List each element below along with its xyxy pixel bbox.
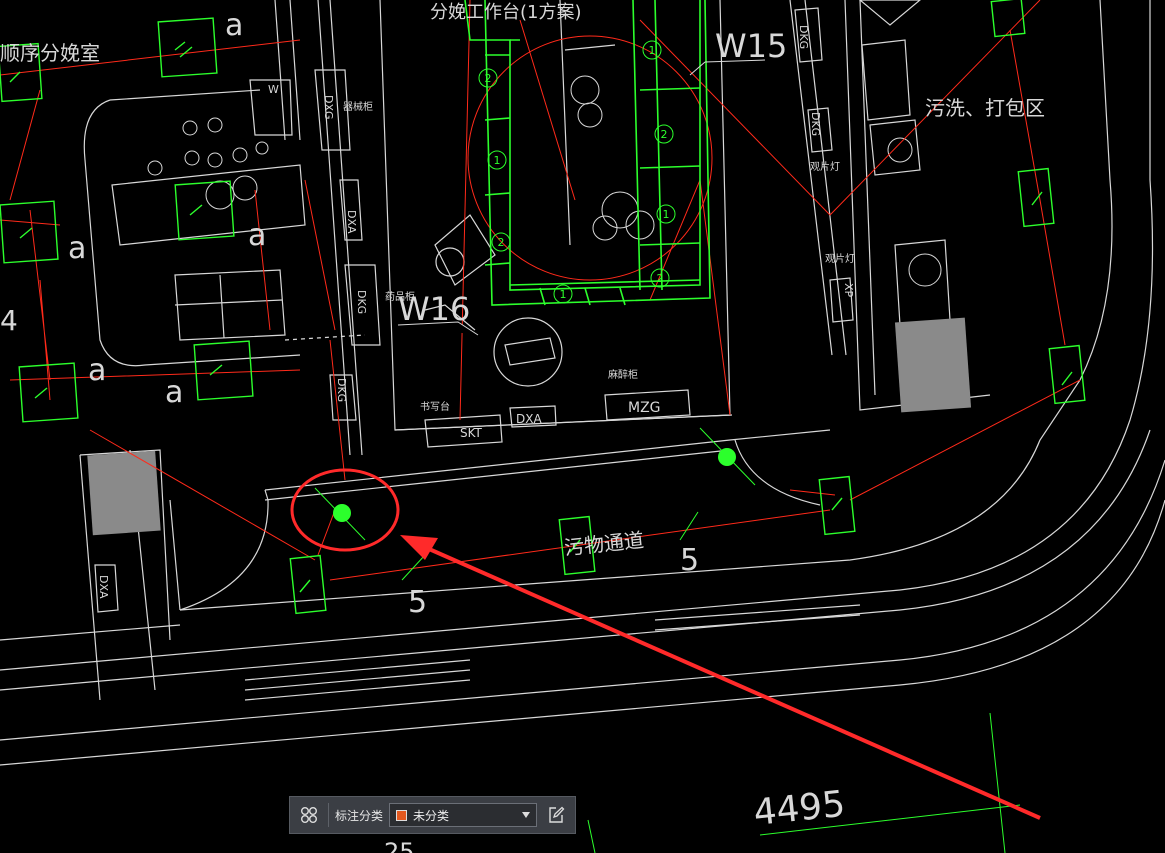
dimension-4: 4 xyxy=(0,304,18,337)
marker-a-1: a xyxy=(225,8,243,43)
marker-a-3: a xyxy=(248,218,266,253)
chevron-down-icon xyxy=(522,812,530,818)
category-label: 标注分类 xyxy=(335,808,384,823)
svg-text:观片灯: 观片灯 xyxy=(810,160,840,173)
label-right-area: 污洗、打包区 xyxy=(925,96,1045,120)
edit-icon[interactable] xyxy=(543,802,569,828)
svg-text:DKG: DKG xyxy=(335,378,348,402)
label-top-left-room: 顺序分娩室 xyxy=(0,41,100,65)
svg-text:W: W xyxy=(268,83,279,96)
dimension-5-left: 5 xyxy=(408,585,427,620)
svg-text:DKG: DKG xyxy=(797,25,810,49)
svg-text:MZG: MZG xyxy=(628,400,661,416)
gray-fixture-right xyxy=(894,317,972,413)
svg-text:观片灯: 观片灯 xyxy=(825,252,855,265)
gray-fixture-left xyxy=(87,450,161,536)
svg-text:2: 2 xyxy=(498,236,505,249)
svg-text:DKG: DKG xyxy=(809,112,822,136)
svg-text:2: 2 xyxy=(661,128,668,141)
svg-text:DXA: DXA xyxy=(345,210,358,234)
category-value: 未分类 xyxy=(413,808,450,823)
marker-a-2: a xyxy=(68,231,86,266)
svg-text:1: 1 xyxy=(494,154,501,167)
toolbar-divider xyxy=(328,803,329,827)
svg-text:DXA: DXA xyxy=(97,575,110,599)
svg-text:XP: XP xyxy=(842,283,855,298)
svg-text:1: 1 xyxy=(560,288,567,301)
svg-text:药品柜: 药品柜 xyxy=(385,290,415,303)
svg-text:2: 2 xyxy=(485,72,492,85)
svg-text:DXG: DXG xyxy=(322,95,335,120)
svg-text:SKT: SKT xyxy=(460,426,483,440)
category-select[interactable]: 未分类 xyxy=(389,803,537,827)
dimension-25: 25 xyxy=(384,838,415,853)
marker-a-4: a xyxy=(88,353,106,388)
svg-text:麻醉柜: 麻醉柜 xyxy=(608,368,638,381)
cad-canvas[interactable]: 2 1 2 1 1 2 1 2 顺序分娩室 分娩工作台(1方案) 污洗、打包区 … xyxy=(0,0,1165,853)
svg-text:1: 1 xyxy=(649,44,656,57)
label-top-center: 分娩工作台(1方案) xyxy=(430,2,582,23)
svg-text:DXA: DXA xyxy=(516,412,542,426)
svg-text:书写台: 书写台 xyxy=(420,400,450,413)
marker-a-5: a xyxy=(165,375,183,410)
svg-text:器械柜: 器械柜 xyxy=(343,100,373,113)
svg-text:DKG: DKG xyxy=(355,290,368,314)
annotation-toolbar: 标注分类 未分类 xyxy=(289,796,576,834)
grid-icon[interactable] xyxy=(296,802,322,828)
svg-text:1: 1 xyxy=(663,208,670,221)
category-color-swatch xyxy=(396,809,408,821)
svg-text:2: 2 xyxy=(657,272,664,285)
dimension-5-right: 5 xyxy=(680,543,699,578)
callout-w15: W15 xyxy=(715,27,787,65)
